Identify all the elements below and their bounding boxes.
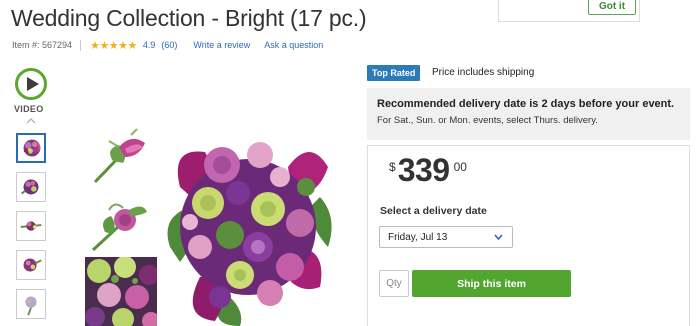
corsage-image[interactable] [85,192,157,254]
corsage-thumbnail-image [20,221,42,231]
wrist-corsage-thumbnail-image [23,258,42,272]
boutonniere-image[interactable] [85,127,157,189]
item-number: 567294 [42,40,73,50]
boutonniere-thumbnail-image [21,179,39,195]
quantity-input[interactable]: Qty [379,270,409,297]
boutonniere-image-art [93,128,145,184]
item-number-label: Item #: [12,40,40,50]
pin-corsage-thumbnail-image [25,296,37,316]
chevron-up-icon[interactable] [26,118,36,124]
bouquet-image-art [167,142,332,326]
write-review-link[interactable]: Write a review [193,40,250,50]
delivery-date-select[interactable]: Friday, Jul 13 [379,226,513,248]
product-meta: Item #: 567294 ★★★★★ 4.9 (60) Write a re… [12,38,337,52]
main-product-image[interactable] [160,127,338,326]
ask-question-link[interactable]: Ask a question [264,40,323,50]
bouquet-closeup-image[interactable] [85,257,157,326]
got-it-button[interactable]: Got it [588,0,636,15]
bouquet-closeup-art [85,257,157,326]
chevron-down-icon [494,234,503,240]
thumbnail-boutonniere[interactable] [16,172,46,202]
corsage-image-art [91,203,147,252]
delivery-title: Recommended delivery date is 2 days befo… [377,98,675,110]
delivery-date-label: Select a delivery date [380,205,487,217]
product-title: Wedding Collection - Bright (17 pc.) [11,5,367,31]
shipping-note: Price includes shipping [432,67,535,78]
ship-item-button[interactable]: Ship this item [412,270,571,297]
delivery-note: For Sat., Sun. or Mon. events, select Th… [377,115,598,126]
video-label: VIDEO [14,104,44,114]
thumbnail-bouquet[interactable] [16,133,46,163]
meta-divider [80,39,82,51]
top-rated-badge: Top Rated [367,65,421,81]
play-icon [26,77,39,91]
video-play-button[interactable] [15,68,47,100]
thumbnail-pin-corsage[interactable] [16,289,46,319]
thumbnail-wrist-corsage[interactable] [16,250,46,280]
rating-value[interactable]: 4.9 [143,40,156,50]
bouquet-thumbnail-image [23,139,41,157]
price-cents: 00 [453,160,467,174]
review-count-link[interactable]: (60) [161,40,177,50]
delivery-recommendation: Recommended delivery date is 2 days befo… [367,88,690,140]
star-rating-icon[interactable]: ★★★★★ [90,39,137,52]
delivery-date-value: Friday, Jul 13 [388,231,448,243]
thumbnail-corsage[interactable] [16,211,46,241]
price: $ 339 00 [389,152,467,188]
price-dollars: 339 [397,152,450,188]
price-currency: $ [389,160,396,174]
